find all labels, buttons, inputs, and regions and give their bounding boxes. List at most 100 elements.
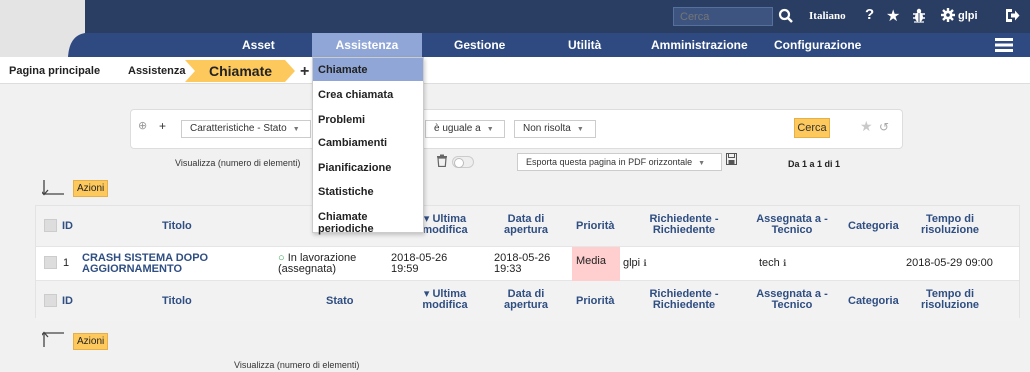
col-categoria[interactable]: Categoria: [848, 221, 899, 232]
chevron-down-icon: ▼: [486, 126, 494, 133]
bug-icon[interactable]: [912, 8, 926, 23]
select-all-checkbox-bottom[interactable]: [44, 294, 57, 307]
cell-tempo-risoluzione: 2018-05-29 09:00: [906, 257, 993, 269]
col-priorita[interactable]: Priorità: [576, 221, 615, 232]
menu-asset[interactable]: Asset: [242, 38, 275, 52]
dropdown-item-problemi[interactable]: Problemi: [318, 114, 365, 126]
col-ultima-modifica-label: Ultima modifica: [422, 213, 468, 236]
cell-id: 1: [63, 257, 70, 269]
dropdown-item-chiamate-periodiche[interactable]: Chiamate periodiche: [318, 211, 423, 235]
add-icon[interactable]: +: [300, 63, 309, 81]
global-search-input[interactable]: [673, 7, 773, 26]
col-id[interactable]: ID: [62, 221, 73, 232]
logo-area-top: [0, 0, 85, 33]
priority-badge: Media: [572, 247, 620, 281]
cell-requester-name: glpi: [623, 257, 641, 269]
cell-ultima-modifica: 2018-05-26 19:59: [391, 252, 448, 275]
col-assegnata-bottom[interactable]: Assegnata a - Tecnico: [752, 289, 832, 311]
col-tempo-risoluzione[interactable]: Tempo di risoluzione: [916, 214, 984, 236]
gear-icon[interactable]: [941, 8, 955, 22]
col-stato-bottom[interactable]: Stato: [326, 296, 354, 307]
toggle-switch[interactable]: [452, 156, 474, 168]
criteria-value-value: Non risolta: [523, 123, 571, 134]
save-icon[interactable]: [726, 153, 737, 165]
info-icon[interactable]: ℹ: [783, 258, 786, 268]
cell-status-text: In lavorazione (assegnata): [278, 252, 357, 275]
display-count-label: Visualizza (numero di elementi): [175, 158, 301, 168]
breadcrumb-assistenza[interactable]: Assistenza: [128, 65, 185, 77]
criteria-field-value: Caratteristiche - Stato: [190, 123, 287, 134]
chevron-down-icon: ▼: [698, 160, 706, 167]
dropdown-item-cambiamenti[interactable]: Cambiamenti: [318, 137, 387, 149]
corner-arrow-down-icon: [42, 180, 64, 196]
help-icon[interactable]: ?: [865, 6, 874, 23]
col-tempo-risoluzione-bottom[interactable]: Tempo di risoluzione: [916, 289, 984, 311]
actions-button-bottom[interactable]: Azioni: [73, 333, 109, 350]
chevron-down-icon: ▼: [292, 126, 300, 133]
dropdown-item-statistiche[interactable]: Statistiche: [318, 186, 374, 198]
col-data-apertura[interactable]: Data di apertura: [498, 214, 554, 236]
cell-data-apertura: 2018-05-26 19:33: [494, 252, 551, 275]
language-selector[interactable]: Italiano: [809, 10, 846, 22]
logo-area: [0, 33, 85, 57]
top-bar: Italiano ? ★ glpi: [0, 0, 1030, 33]
criteria-field-select[interactable]: Caratteristiche - Stato ▼: [181, 120, 311, 138]
actions-button[interactable]: Azioni: [73, 180, 109, 197]
dropdown-item-pianificazione[interactable]: Pianificazione: [318, 162, 391, 174]
star-icon[interactable]: ★: [886, 6, 900, 26]
add-criteria-icon[interactable]: +: [159, 119, 166, 133]
user-name[interactable]: glpi: [958, 10, 978, 22]
export-pdf-select[interactable]: Esporta questa pagina in PDF orizzontale…: [517, 153, 722, 171]
col-ultima-modifica-bottom-label: Ultima modifica: [422, 288, 468, 311]
corner-arrow-up-icon: [42, 331, 64, 347]
trash-icon[interactable]: [436, 154, 448, 167]
assistenza-dropdown-menu: Chiamate Crea chiamata Problemi Cambiame…: [312, 57, 424, 235]
menu-utilita[interactable]: Utilità: [568, 38, 601, 52]
pagination-info: Da 1 a 1 di 1: [788, 159, 841, 169]
criteria-operator-select[interactable]: è uguale a ▼: [425, 120, 505, 138]
col-ultima-modifica-bottom[interactable]: ▾ Ultima modifica: [416, 289, 474, 311]
cell-status: ○ In lavorazione (assegnata): [278, 253, 378, 275]
glpi-logo[interactable]: [60, 33, 85, 57]
cell-assigned-name: tech: [759, 257, 780, 269]
add-criteria-group-icon[interactable]: ⊕: [138, 119, 147, 132]
col-titolo[interactable]: Titolo: [162, 221, 192, 232]
col-categoria-bottom[interactable]: Categoria: [848, 296, 899, 307]
menu-assistenza[interactable]: Assistenza: [312, 33, 422, 57]
logout-icon[interactable]: [1004, 8, 1020, 23]
col-richiedente-bottom[interactable]: Richiedente - Richiedente: [634, 289, 734, 311]
table-footer-header-row: ID Titolo Stato ▾ Ultima modifica Data d…: [36, 281, 1019, 321]
dropdown-item-chiamate[interactable]: Chiamate: [318, 64, 368, 76]
col-id-bottom[interactable]: ID: [62, 296, 73, 307]
row-checkbox[interactable]: [44, 256, 57, 269]
breadcrumb-home[interactable]: Pagina principale: [9, 65, 100, 77]
menu-amministrazione[interactable]: Amministrazione: [651, 38, 748, 52]
cell-assigned: tech ℹ: [759, 258, 786, 269]
col-priorita-bottom[interactable]: Priorità: [576, 296, 615, 307]
hamburger-menu-icon[interactable]: [995, 38, 1013, 52]
col-ultima-modifica[interactable]: ▾ Ultima modifica: [416, 214, 474, 236]
display-count-label-bottom: Visualizza (numero di elementi): [234, 360, 360, 370]
col-titolo-bottom[interactable]: Titolo: [162, 296, 192, 307]
criteria-value-select[interactable]: Non risolta ▼: [514, 120, 596, 138]
menu-configurazione[interactable]: Configurazione: [774, 38, 861, 52]
search-button[interactable]: Cerca: [794, 118, 830, 138]
info-icon[interactable]: ℹ: [643, 258, 646, 268]
col-assegnata[interactable]: Assegnata a - Tecnico: [752, 214, 832, 236]
table-row[interactable]: 1 CRASH SISTEMA DOPO AGGIORNAMENTO ○ In …: [36, 246, 1019, 281]
dropdown-item-crea-chiamata[interactable]: Crea chiamata: [318, 89, 393, 101]
col-data-apertura-bottom[interactable]: Data di apertura: [498, 289, 554, 311]
search-icon[interactable]: [777, 7, 795, 25]
breadcrumb-current[interactable]: Chiamate: [185, 60, 295, 82]
reset-icon[interactable]: ↺: [879, 120, 889, 134]
export-pdf-value: Esporta questa pagina in PDF orizzontale: [526, 157, 693, 167]
chevron-down-icon: ▼: [576, 126, 584, 133]
main-menu-bar: Asset Assistenza Gestione Utilità Ammini…: [0, 33, 1030, 57]
select-all-checkbox[interactable]: [44, 219, 57, 232]
save-search-star-icon[interactable]: ★: [860, 118, 873, 135]
table-header-row: ID Titolo ▾ Ultima modifica Data di aper…: [36, 206, 1019, 246]
ticket-title-link[interactable]: CRASH SISTEMA DOPO AGGIORNAMENTO: [82, 253, 222, 275]
tickets-table: ID Titolo ▾ Ultima modifica Data di aper…: [35, 205, 1020, 321]
menu-gestione[interactable]: Gestione: [454, 38, 505, 52]
col-richiedente[interactable]: Richiedente - Richiedente: [634, 214, 734, 236]
